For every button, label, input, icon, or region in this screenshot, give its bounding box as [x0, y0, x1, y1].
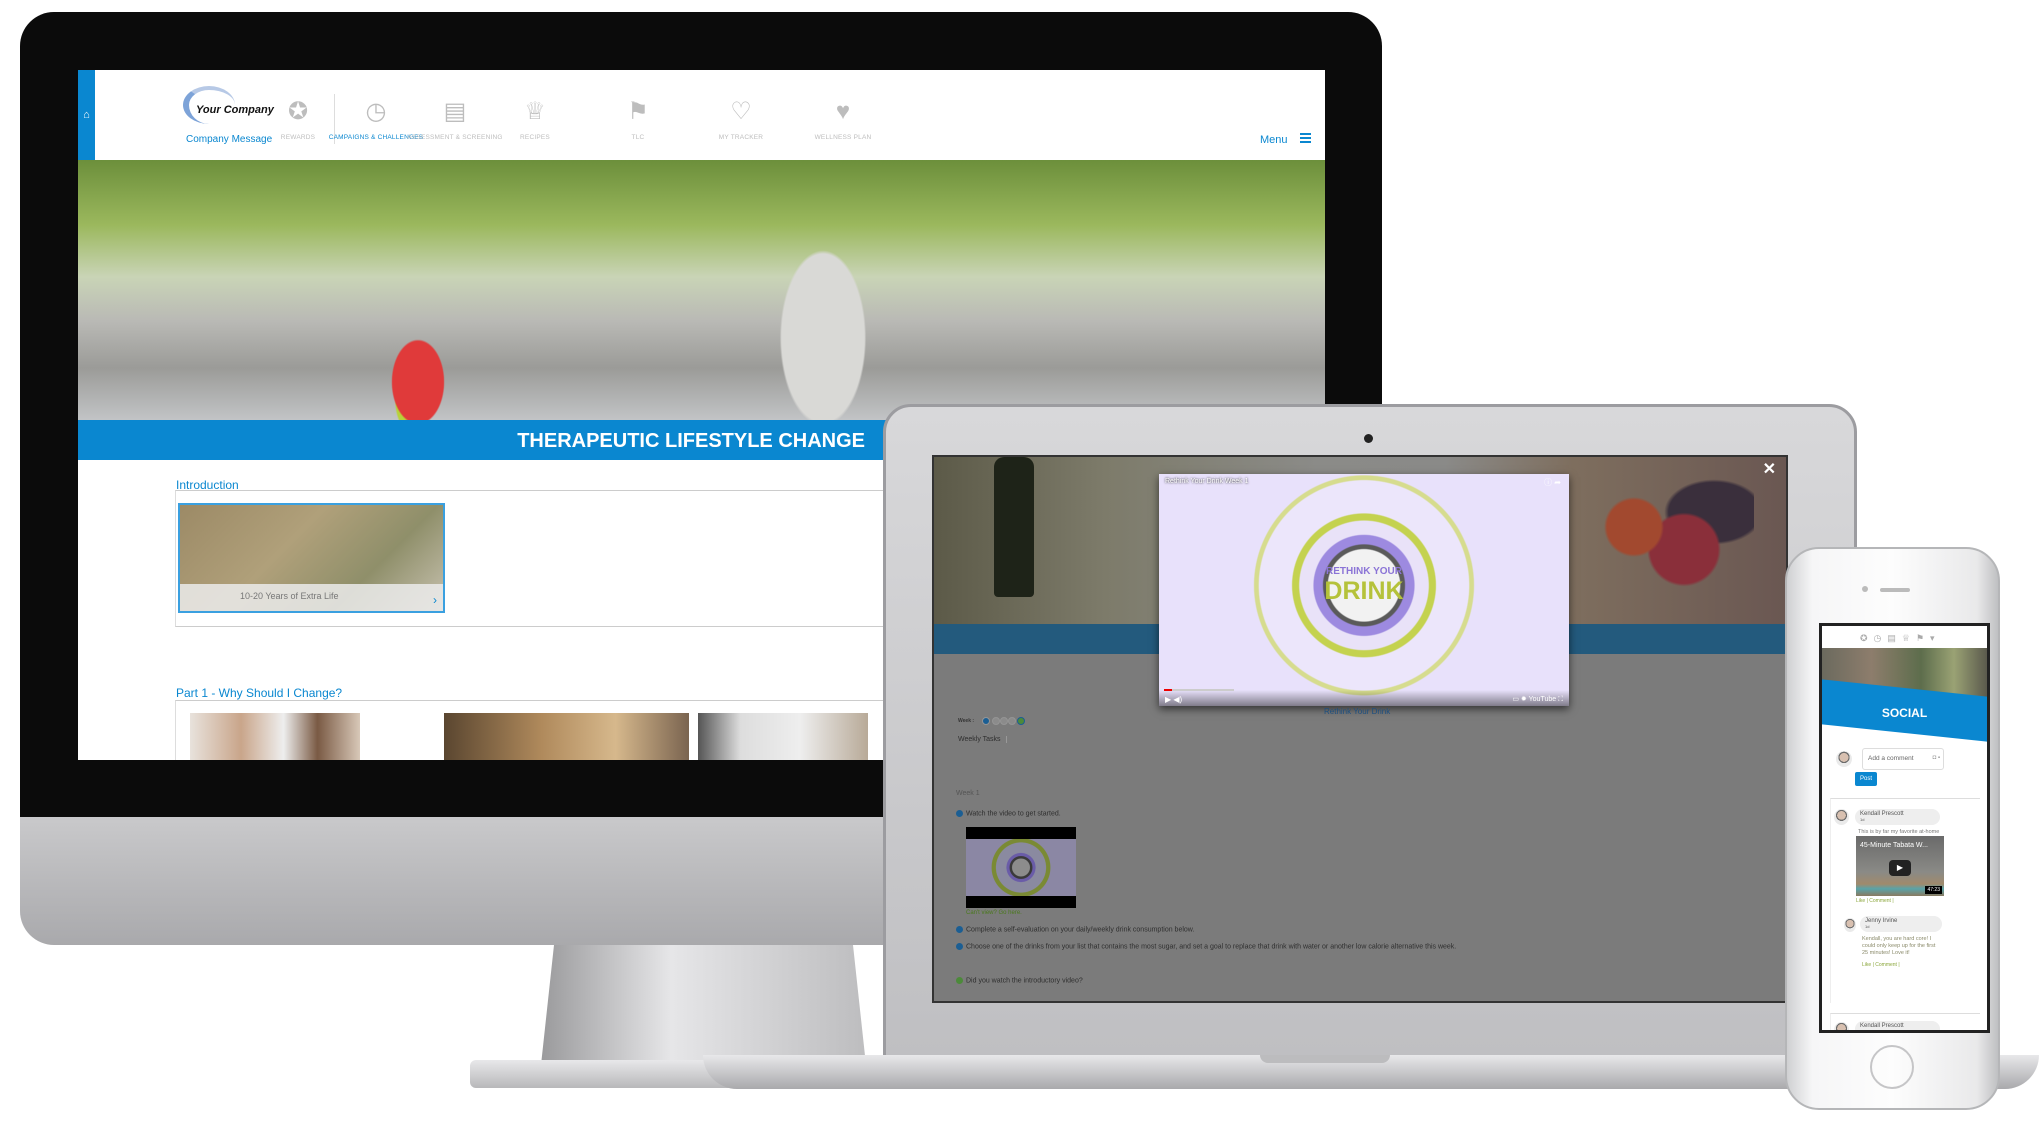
- module-thumb-kitchen[interactable]: [698, 713, 868, 760]
- post-card: Kendall Prescott: [1830, 1013, 1980, 1030]
- post-actions: Like | Comment |: [1856, 898, 1894, 904]
- phone-nav-icons[interactable]: ✪◷▤♕⚑▾: [1822, 626, 1987, 650]
- reply-actions: Like | Comment |: [1862, 962, 1900, 968]
- top-nav: ⌂ Your Company Company Message ✪ REWARDS …: [78, 70, 1325, 160]
- share-icon[interactable]: ⓘ ➦: [1544, 477, 1561, 488]
- laptop-screen: ✕ Rethink Your Drink Week 1 ⓘ ➦ RETHINK …: [932, 455, 1788, 1003]
- reply-author: Jenny Irvine 1d: [1860, 916, 1942, 932]
- laptop-notch: [1260, 1055, 1390, 1063]
- phone-camera: [1862, 586, 1868, 592]
- camera-icon[interactable]: ◘ ▪: [1933, 755, 1940, 761]
- video-link[interactable]: Rethink Your Drink: [1324, 707, 1390, 716]
- phone-home-button[interactable]: [1870, 1045, 1914, 1089]
- comment-button[interactable]: Comment: [1869, 898, 1891, 904]
- volume-icon[interactable]: ◀): [1173, 695, 1182, 704]
- monitor-stand: [541, 945, 866, 1065]
- cant-view-link[interactable]: Can't view? Go here.: [966, 910, 1022, 916]
- nav-item-recipes[interactable]: ♕ RECIPES: [480, 98, 590, 141]
- step-number-icon: [956, 926, 963, 933]
- hamburger-icon[interactable]: [1300, 133, 1311, 143]
- running-shoe-image: [373, 310, 463, 430]
- week-heading: Week 1: [956, 790, 980, 797]
- play-icon[interactable]: ▶: [1889, 860, 1911, 876]
- avatar: [1836, 751, 1852, 767]
- week-dot-1[interactable]: [982, 717, 990, 725]
- social-title: SOCIAL: [1881, 706, 1928, 720]
- captions-icon[interactable]: ▭: [1512, 696, 1519, 703]
- vegetables-image: [1554, 467, 1754, 617]
- section-title-part-1: Part 1 - Why Should I Change?: [176, 686, 343, 700]
- chef-hat-icon: ♕: [524, 98, 546, 125]
- post-video[interactable]: 45-Minute Tabata W... ▶ 47:23: [1856, 836, 1944, 896]
- module-card[interactable]: 10-20 Years of Extra Life ›: [178, 503, 445, 613]
- nav-item-tlc[interactable]: ⚑ TLC: [583, 98, 693, 141]
- comment-button[interactable]: Comment: [1875, 962, 1897, 968]
- step-number-icon: [956, 943, 963, 950]
- video-brand-line2: DRINK: [1324, 577, 1404, 605]
- reply-text: Kendall, you are hard core! I could only…: [1862, 936, 1936, 956]
- avatar: [1834, 809, 1849, 825]
- fullscreen-icon[interactable]: ⛶: [1558, 696, 1563, 703]
- video-duration: 47:23: [1925, 886, 1942, 894]
- week-dot-2[interactable]: [992, 717, 1000, 725]
- hero-image: [78, 160, 1325, 470]
- question: Did you watch the introductory video?: [956, 977, 1083, 984]
- post-card: Kendall Prescott 1d This is by far my fav…: [1830, 798, 1980, 1003]
- page-title: THERAPEUTIC LIFESTYLE CHANGE: [517, 430, 865, 452]
- avatar: [1834, 1022, 1849, 1030]
- post-button[interactable]: Post: [1855, 772, 1877, 786]
- week-dot-3[interactable]: [1000, 717, 1008, 725]
- play-icon[interactable]: ▶ ◀): [1165, 695, 1182, 704]
- wine-bottle-image: [994, 457, 1034, 597]
- video-thumbnail[interactable]: [966, 827, 1076, 908]
- nav-item-my-tracker[interactable]: ♡ MY TRACKER: [686, 98, 796, 141]
- post-video-title: 45-Minute Tabata W...: [1860, 842, 1928, 849]
- phone-screen: ✪◷▤♕⚑▾ SOCIAL Add a comment ◘ ▪ Post Kend…: [1819, 623, 1990, 1033]
- card-caption-bar: 10-20 Years of Extra Life: [180, 584, 443, 611]
- phone-speaker: [1880, 588, 1910, 592]
- video-brand-line1: RETHINK YOUR: [1326, 566, 1402, 577]
- week-label: Week :: [958, 718, 975, 724]
- question-number-icon: [956, 977, 963, 984]
- task-1: Watch the video to get started.: [956, 810, 1061, 817]
- module-thumb-outdoors[interactable]: [444, 713, 689, 760]
- home-icon[interactable]: ⌂: [78, 70, 95, 160]
- tab-weekly-tasks[interactable]: Weekly Tasks: [958, 736, 1007, 743]
- post-author[interactable]: Kendall Prescott: [1855, 1021, 1940, 1030]
- step-number-icon: [956, 810, 963, 817]
- signpost-icon: ⚑: [627, 98, 649, 125]
- chevron-right-icon[interactable]: ›: [433, 593, 437, 607]
- video-title: Rethink Your Drink Week 1: [1165, 478, 1249, 485]
- heartbeat-icon: ♡: [730, 98, 752, 125]
- close-icon[interactable]: ✕: [1763, 459, 1776, 479]
- task-3: Choose one of the drinks from your list …: [956, 943, 1456, 950]
- like-button[interactable]: Like: [1862, 962, 1871, 968]
- week-dot-4[interactable]: [1008, 717, 1016, 725]
- week-dot-5[interactable]: [1017, 717, 1025, 725]
- heart-check-icon: ♥: [835, 98, 851, 125]
- video-player[interactable]: Rethink Your Drink Week 1 ⓘ ➦ RETHINK YO…: [1159, 474, 1569, 706]
- menu-button[interactable]: Menu: [1260, 134, 1288, 146]
- video-right-controls: ▭ ✹ YouTube ⛶: [1512, 695, 1563, 704]
- video-thumbnail-image: [966, 839, 1076, 896]
- settings-icon[interactable]: ✹: [1521, 696, 1527, 703]
- card-caption: 10-20 Years of Extra Life: [240, 591, 339, 601]
- video-control-bar: [1159, 690, 1569, 706]
- laptop-camera: [1364, 434, 1373, 443]
- avatar: [1844, 918, 1856, 932]
- like-button[interactable]: Like: [1856, 898, 1865, 904]
- video-progress-bar[interactable]: [1164, 689, 1234, 691]
- post-author: Kendall Prescott 1d: [1855, 809, 1940, 825]
- comment-input[interactable]: Add a comment ◘ ▪: [1862, 748, 1944, 770]
- nav-item-wellness-plan[interactable]: ♥ WELLNESS PLAN: [788, 98, 898, 141]
- task-2: Complete a self-evaluation on your daily…: [956, 926, 1194, 933]
- youtube-logo[interactable]: YouTube: [1529, 696, 1557, 703]
- module-thumb-doctor[interactable]: [190, 713, 360, 760]
